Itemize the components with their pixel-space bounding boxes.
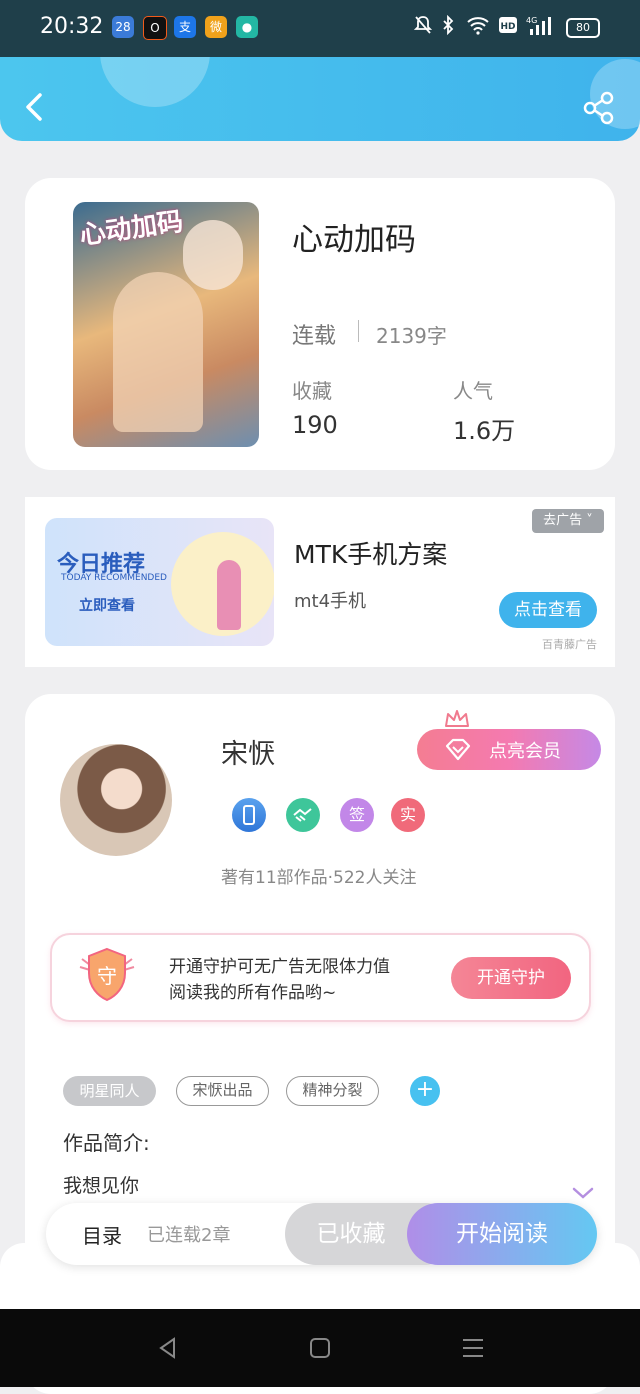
nav-menu-icon[interactable] [461,1336,485,1360]
orange-app-icon: O [143,16,167,40]
author-avatar[interactable] [60,744,172,856]
wifi-icon [467,17,489,35]
status-bar: 20:32 28 O 支 微 ● HD 4G 80 [0,0,640,57]
book-cover-image[interactable]: 心动加码 [73,202,259,447]
svg-text:守: 守 [97,964,117,988]
favorites-count: 190 [292,411,338,439]
verified-badge-icon[interactable]: 实 [391,798,425,832]
share-icon[interactable] [582,91,616,125]
vip-activate-button[interactable]: 点亮会员 [417,729,601,770]
intro-text: 我想见你 [63,1175,140,1197]
tag-item[interactable]: 宋恹出品 [176,1076,269,1106]
bluetooth-icon [443,15,454,35]
author-stats: 著有11部作品·522人关注 [221,868,417,888]
ad-banner[interactable]: 今日推荐 TODAY RECOMMENDED 立即查看 MTK手机方案 mt4手… [25,497,615,667]
book-info-card: 心动加码 心动加码 连载 2139字 收藏 190 人气 1.6万 [25,178,615,470]
ad-source-label: 百青藤广告 [542,638,597,651]
messenger-app-icon: ● [236,16,258,38]
crown-icon [445,710,469,727]
word-count: 2139字 [376,324,447,348]
ad-view-button[interactable]: 点击查看 [499,592,597,628]
ad-image-figure [217,560,241,630]
guard-banner[interactable]: 守 开通守护可无广告无限体力值 阅读我的所有作品哟~ 开通守护 [50,933,591,1022]
ad-subtitle: mt4手机 [294,591,367,612]
cover-figure [183,220,243,290]
nav-back-icon[interactable] [156,1336,180,1360]
tag-item[interactable]: 精神分裂 [286,1076,379,1106]
mute-bell-icon [414,16,432,34]
cover-figure [113,272,203,432]
svg-text:HD: HD [500,22,515,32]
battery-indicator: 80 [566,18,600,38]
diamond-icon [445,738,471,761]
status-time: 20:32 [40,14,104,39]
open-guard-button[interactable]: 开通守护 [451,957,571,999]
ad-image-cta: 立即查看 [79,598,135,614]
top-header [0,57,640,141]
cellular-signal-icon: 4G [526,16,551,35]
calendar-app-icon: 28 [112,16,134,38]
handshake-badge-icon[interactable] [286,798,320,832]
tag-item[interactable]: 明星同人 [63,1076,156,1106]
chevron-down-icon[interactable] [571,1186,595,1200]
shield-icon: 守 [79,947,135,1002]
favorites-label: 收藏 [292,379,332,403]
hd-icon: HD [499,17,517,33]
ad-image[interactable]: 今日推荐 TODAY RECOMMENDED 立即查看 [45,518,274,646]
phone-badge-icon[interactable] [232,798,266,832]
serial-status: 连载 [292,324,337,349]
divider [358,320,359,342]
vip-button-label: 点亮会员 [489,741,561,762]
svg-text:4G: 4G [526,16,537,25]
bottom-action-bar: 目录 已连载2章 已收藏 开始阅读 [46,1203,597,1265]
system-nav-bar [0,1309,640,1387]
alipay-app-icon: 支 [174,16,196,38]
ad-image-subtitle: TODAY RECOMMENDED [61,573,167,583]
popularity-label: 人气 [453,379,493,403]
weibo-app-icon: 微 [205,16,227,38]
book-title: 心动加码 [292,222,416,258]
intro-label: 作品简介: [63,1131,150,1155]
popularity-count: 1.6万 [453,417,516,445]
sign-badge-icon[interactable]: 签 [340,798,374,832]
chapter-status: 已连载2章 [147,1225,231,1246]
start-reading-button[interactable]: 开始阅读 [407,1203,597,1265]
remove-ad-button[interactable]: 去广告 ˅ [532,509,604,533]
decor-bubble [100,57,210,107]
toc-button[interactable]: 目录 [82,1220,122,1249]
add-tag-button[interactable]: + [410,1076,440,1106]
cover-title-art: 心动加码 [77,206,185,252]
guard-line-1: 开通守护可无广告无限体力值 [169,957,390,977]
nav-home-icon[interactable] [308,1336,332,1360]
guard-line-2: 阅读我的所有作品哟~ [169,983,337,1003]
back-arrow-icon[interactable] [20,87,50,127]
ad-title: MTK手机方案 [294,540,448,569]
author-name[interactable]: 宋恹 [221,732,275,771]
guard-description: 开通守护可无广告无限体力值 阅读我的所有作品哟~ [169,954,390,1006]
